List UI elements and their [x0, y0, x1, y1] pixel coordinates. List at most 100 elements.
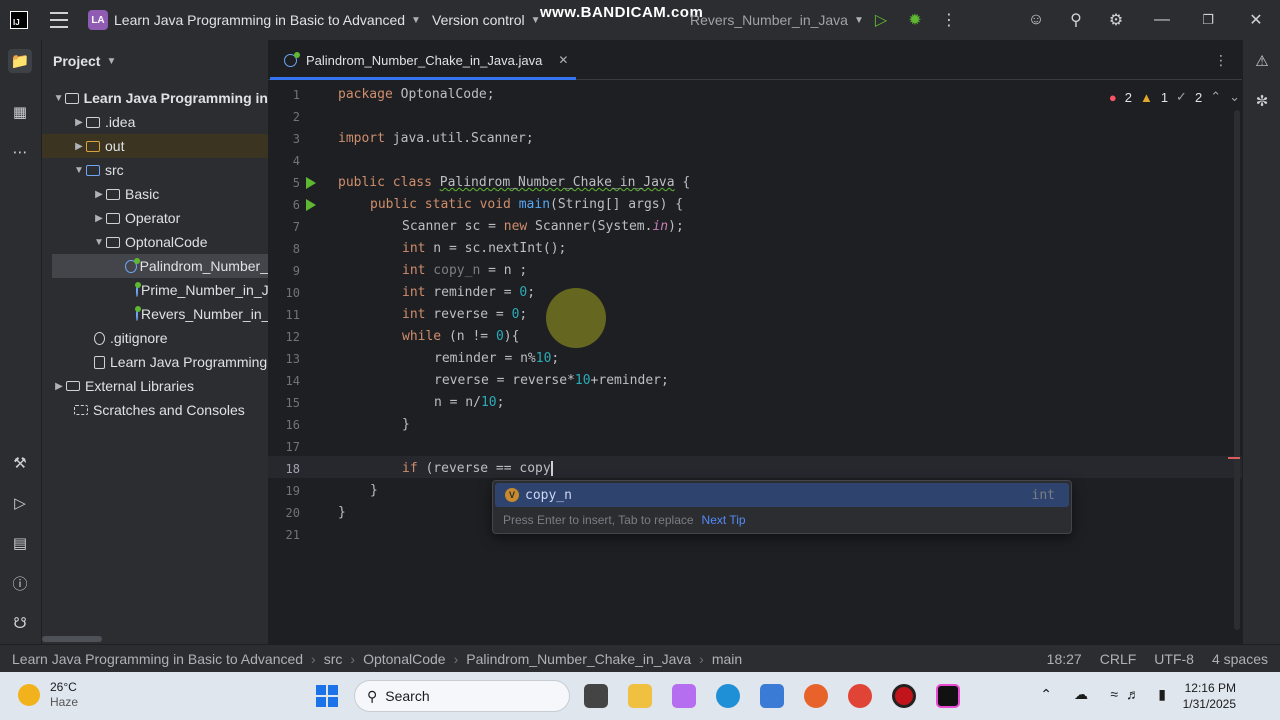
task-view-icon[interactable]: [584, 684, 608, 708]
tree-item-iml[interactable]: Learn Java Programming: [42, 350, 268, 374]
next-tip-link[interactable]: Next Tip: [702, 513, 746, 527]
bandicam-icon[interactable]: [892, 684, 916, 708]
tab-options-icon[interactable]: ⋮: [1214, 52, 1228, 69]
chrome-icon[interactable]: [848, 684, 872, 708]
caret-position[interactable]: 18:27: [1047, 651, 1082, 667]
run-class-icon[interactable]: [306, 177, 316, 189]
breadcrumb-class[interactable]: Palindrom_Number_Chake_in_Java: [466, 651, 691, 667]
run-main-icon[interactable]: [306, 199, 316, 211]
java-class-icon: [124, 257, 140, 273]
maximize-icon[interactable]: ❐: [1198, 10, 1218, 30]
edge-browser-icon[interactable]: [716, 684, 740, 708]
tree-item-idea[interactable]: ▶ .idea: [42, 110, 268, 134]
project-folder-icon[interactable]: 📁: [8, 49, 32, 73]
network-status-icon[interactable]: ☁: [1074, 686, 1088, 703]
settings-gear-icon[interactable]: ⚙: [1106, 10, 1126, 30]
line-number: 1: [292, 88, 300, 102]
project-selector[interactable]: LA Learn Java Programming in Basic to Ad…: [88, 10, 421, 30]
tree-item-project-root[interactable]: ▼ Learn Java Programming in: [42, 86, 268, 110]
completion-item-copy-n[interactable]: V copy_n int: [495, 483, 1069, 507]
search-icon[interactable]: ⚲: [1066, 10, 1086, 30]
code-line-10: int reminder = 0;: [402, 285, 536, 300]
firefox-icon[interactable]: [804, 684, 828, 708]
tree-item-src[interactable]: ▼ src: [42, 158, 268, 182]
structure-icon[interactable]: ▦: [8, 100, 32, 124]
indent-setting[interactable]: 4 spaces: [1212, 651, 1268, 667]
horizontal-scrollbar[interactable]: [42, 636, 102, 642]
windows-taskbar: 26°C Haze ⚲ Search ⌃ ☁ ≈ ♬ ▮ 12:16 PM 1/…: [0, 672, 1280, 720]
breadcrumb-project[interactable]: Learn Java Programming in Basic to Advan…: [12, 651, 303, 667]
package-icon: [106, 236, 120, 248]
tree-item-optonalcode[interactable]: ▼ OptonalCode: [42, 230, 268, 254]
tree-item-operator[interactable]: ▶ Operator: [42, 206, 268, 230]
chevron-down-icon[interactable]: ⌄: [1229, 89, 1240, 105]
build-hammer-icon[interactable]: ⚒: [8, 451, 32, 475]
error-stripe-marker[interactable]: [1228, 457, 1240, 459]
git-icon[interactable]: ☋: [8, 611, 32, 635]
ignore-file-icon: [94, 331, 105, 345]
chevron-right-icon: ▶: [55, 380, 63, 392]
code-line-15: n = n/10;: [434, 395, 505, 410]
notifications-bell-icon[interactable]: ⚠: [1250, 49, 1274, 73]
weak-warning-icon: ✓: [1176, 89, 1187, 104]
chevron-down-icon: ▼: [74, 164, 84, 176]
tree-item-basic[interactable]: ▶ Basic: [42, 182, 268, 206]
chevron-right-icon: ▶: [75, 140, 83, 152]
weather-widget[interactable]: 26°C Haze: [18, 680, 78, 710]
terminal-icon[interactable]: ▤: [8, 531, 32, 555]
version-control-menu[interactable]: Version control ▼: [432, 12, 541, 28]
tree-item-external-libraries[interactable]: ▶ External Libraries: [42, 374, 268, 398]
battery-icon[interactable]: ▮: [1158, 686, 1166, 703]
more-actions-icon[interactable]: ⋮: [939, 10, 959, 30]
more-tools-icon[interactable]: ⋯: [8, 140, 32, 164]
tree-item-gitignore[interactable]: .gitignore: [42, 326, 268, 350]
code-line-8: int n = sc.nextInt();: [402, 241, 567, 256]
line-number: 8: [292, 242, 300, 256]
ai-assistant-icon[interactable]: ✼: [1250, 89, 1274, 113]
java-class-icon: [135, 281, 141, 297]
editor: Palindrom_Number_Chake_in_Java.java ✕ ⋮ …: [268, 40, 1280, 644]
windows-start-icon[interactable]: [316, 685, 338, 707]
tree-item-prime[interactable]: Prime_Number_in_J: [42, 278, 268, 302]
problems-icon[interactable]: ⓘ: [8, 571, 32, 595]
close-icon[interactable]: ✕: [1246, 10, 1266, 30]
wifi-icon[interactable]: ≈: [1110, 686, 1118, 702]
clock[interactable]: 12:16 PM 1/31/2025: [1183, 680, 1236, 712]
close-tab-icon[interactable]: ✕: [558, 53, 568, 67]
tree-item-scratches[interactable]: Scratches and Consoles: [42, 398, 268, 422]
chevron-up-icon[interactable]: ⌃: [1210, 89, 1221, 105]
line-number: 3: [292, 132, 300, 146]
tree-item-out[interactable]: ▶ out: [42, 134, 268, 158]
minimize-icon[interactable]: —: [1152, 10, 1172, 30]
warning-icon: ▲: [1139, 89, 1153, 105]
debug-icon[interactable]: ✹: [905, 10, 925, 30]
inspection-widget[interactable]: ● 2 ▲ 1 ✓ 2 ⌃ ⌄: [1109, 89, 1240, 105]
breadcrumb-package[interactable]: OptonalCode: [363, 651, 446, 667]
main-menu-icon[interactable]: [50, 12, 68, 28]
file-encoding[interactable]: UTF-8: [1154, 651, 1194, 667]
copilot-icon[interactable]: [672, 684, 696, 708]
project-panel-title[interactable]: Project ▼: [53, 53, 116, 69]
chevron-up-icon[interactable]: ⌃: [1040, 686, 1052, 703]
vertical-scrollbar[interactable]: [1234, 110, 1240, 630]
taskbar-search[interactable]: ⚲ Search: [354, 680, 570, 712]
chevron-right-icon: ▶: [95, 188, 103, 200]
tab-palindrom-file[interactable]: Palindrom_Number_Chake_in_Java.java ✕: [270, 40, 576, 80]
tree-item-palindrom[interactable]: Palindrom_Number_: [52, 254, 268, 278]
intellij-taskbar-icon[interactable]: [936, 684, 960, 708]
services-icon[interactable]: ▷: [8, 491, 32, 515]
chevron-right-icon: ›: [453, 651, 459, 667]
add-user-icon[interactable]: ☺: [1026, 10, 1046, 30]
tree-item-revers[interactable]: Revers_Number_in_: [42, 302, 268, 326]
code-line-7: Scanner sc = new Scanner(System.in);: [402, 219, 684, 234]
run-config-selector[interactable]: Revers_Number_in_Java ▼: [690, 12, 864, 28]
breadcrumb-method[interactable]: main: [712, 651, 742, 667]
line-separator[interactable]: CRLF: [1100, 651, 1137, 667]
package-icon: [106, 212, 120, 224]
volume-icon[interactable]: ♬: [1126, 686, 1140, 702]
code-line-11: int reverse = 0;: [402, 307, 528, 322]
file-explorer-icon[interactable]: [628, 684, 652, 708]
store-icon[interactable]: [760, 684, 784, 708]
run-icon[interactable]: ▷: [871, 10, 891, 30]
breadcrumb-src[interactable]: src: [324, 651, 343, 667]
